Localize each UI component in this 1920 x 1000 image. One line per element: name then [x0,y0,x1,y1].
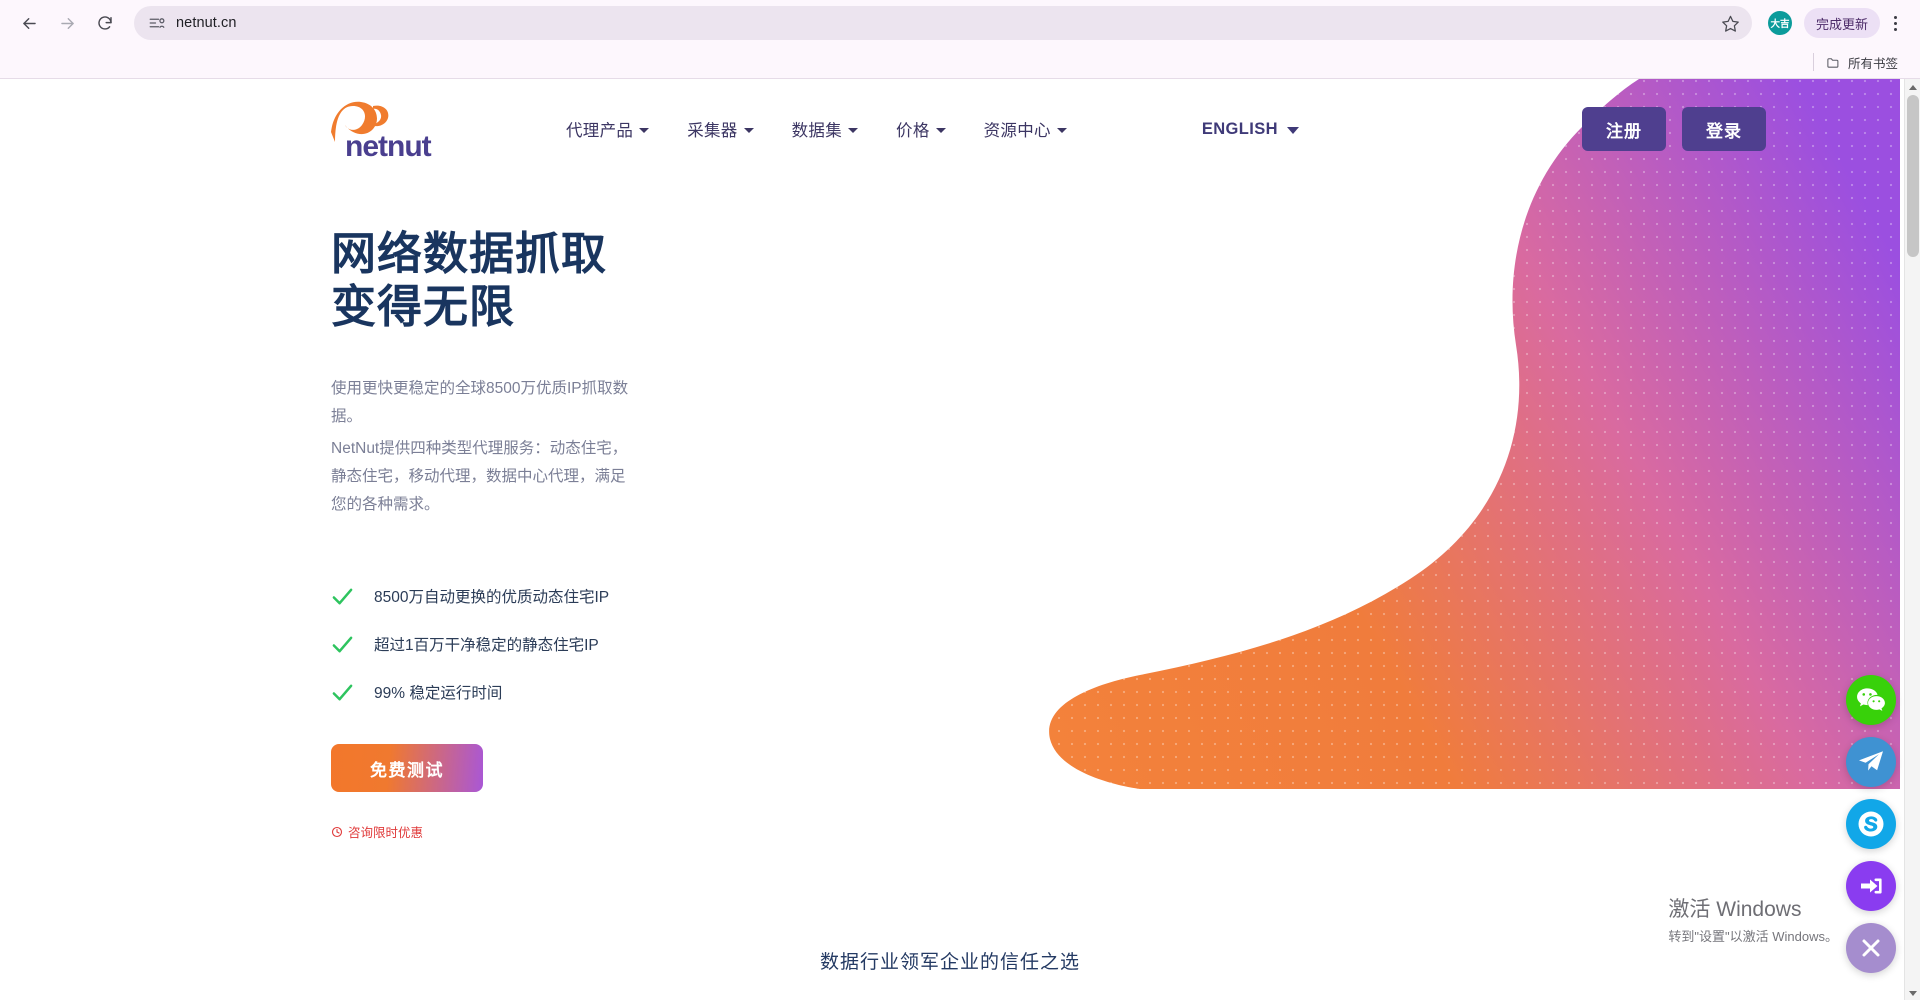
close-rail-button[interactable] [1846,923,1896,973]
bookmarks-separator [1812,53,1814,71]
chevron-down-icon [848,127,859,133]
check-icon [332,684,353,701]
promo-link[interactable]: 咨询限时优惠 [331,822,640,841]
clock-icon [331,826,343,837]
all-bookmarks-label: 所有书签 [1847,56,1898,71]
login-arrow-icon [1861,878,1882,894]
telegram-icon [1859,751,1883,771]
login-shortcut-button[interactable] [1846,861,1896,911]
site-header: netnut 代理产品 采集器 数据集 价格 资源中心 ENGLISH 注册 登… [0,79,1900,179]
feature-label: 超过1百万干净稳定的静态住宅IP [374,637,599,655]
address-bar[interactable]: netnut.cn [134,6,1752,40]
chevron-down-icon [639,127,650,133]
language-label: ENGLISH [1201,119,1278,138]
scrollbar-thumb[interactable] [1907,95,1919,257]
back-icon[interactable] [12,6,46,40]
chevron-down-icon [1056,127,1067,133]
register-button[interactable]: 注册 [1582,107,1666,151]
forward-icon[interactable] [50,6,84,40]
hero-subtitle-line-1: 使用更快更稳定的全球8500万优质IP抓取数据。 [331,380,629,425]
telegram-button[interactable] [1846,737,1896,787]
finish-update-button[interactable]: 完成更新 [1803,8,1880,38]
nav-item-proxy-products[interactable]: 代理产品 [547,109,668,149]
reload-icon[interactable] [88,6,122,40]
feature-label: 8500万自动更换的优质动态住宅IP [374,589,610,607]
feature-item: 99% 稳定运行时间 [331,668,640,716]
nav-item-pricing[interactable]: 价格 [877,109,965,149]
check-icon [332,588,353,605]
watermark-title: 激活 Windows [1668,897,1802,921]
watermark-subtitle: 转到"设置"以激活 Windows。 [1668,929,1838,944]
login-button[interactable]: 登录 [1682,107,1766,151]
nav-label: 数据集 [791,122,843,140]
windows-activation-watermark: 激活 Windows 转到"设置"以激活 Windows。 [1668,897,1838,945]
feature-label: 99% 稳定运行时间 [374,685,503,703]
wechat-button[interactable] [1846,675,1896,725]
nav-item-resources[interactable]: 资源中心 [965,109,1086,149]
main-navigation: 代理产品 采集器 数据集 价格 资源中心 ENGLISH [547,109,1299,149]
hero-feature-list: 8500万自动更换的优质动态住宅IP 超过1百万干净稳定的静态住宅IP 99% … [331,572,640,716]
browser-chrome: netnut.cn 大吉 完成更新 所有书签 [0,0,1920,79]
free-trial-button[interactable]: 免费测试 [331,744,483,793]
profile-avatar[interactable]: 大吉 [1767,11,1792,35]
bookmark-star-icon[interactable] [1721,14,1740,33]
scroll-up-arrow[interactable] [1905,79,1920,95]
nav-item-datasets[interactable]: 数据集 [773,109,877,149]
chevron-down-icon [1286,126,1299,134]
language-selector[interactable]: ENGLISH [1202,120,1299,139]
skype-icon [1858,811,1884,837]
folder-icon [1827,57,1839,68]
browser-menu-icon[interactable] [1882,8,1908,38]
nav-label: 资源中心 [983,122,1051,140]
nav-label: 代理产品 [566,122,634,140]
url-text[interactable]: netnut.cn [176,15,1711,31]
bookmarks-bar: 所有书签 [0,46,1920,78]
hero-background-blob [810,79,1900,789]
wechat-icon [1857,688,1885,711]
floating-social-rail [1846,675,1896,973]
feature-item: 8500万自动更换的优质动态住宅IP [331,572,640,620]
svg-text:netnut: netnut [345,130,432,160]
hero-subtitle: 使用更快更稳定的全球8500万优质IP抓取数据。 NetNut提供四种类型代理服… [331,375,640,518]
feature-item: 超过1百万干净稳定的静态住宅IP [331,620,640,668]
hero-subtitle-line-2: NetNut提供四种类型代理服务：动态住宅，静态住宅，移动代理，数据中心代理，满… [331,440,628,513]
hero-title: 网络数据抓取变得无限 [331,228,608,333]
page-viewport: netnut 代理产品 采集器 数据集 价格 资源中心 ENGLISH 注册 登… [0,79,1920,1000]
close-icon [1862,939,1880,957]
netnut-logo[interactable]: netnut [327,98,477,160]
header-actions: 注册 登录 [1582,107,1766,151]
hero-section: 网络数据抓取变得无限 使用更快更稳定的全球8500万优质IP抓取数据。 NetN… [0,179,640,841]
nav-label: 价格 [896,122,930,140]
chevron-down-icon [935,127,946,133]
all-bookmarks-button[interactable]: 所有书签 [1826,53,1898,72]
nav-label: 采集器 [687,122,738,140]
page-scrollbar[interactable] [1904,79,1920,1000]
check-icon [332,636,353,653]
trusted-heading: 数据行业领军企业的信任之选 [819,952,1080,974]
skype-button[interactable] [1846,799,1896,849]
trusted-by-section: 数据行业领军企业的信任之选 Lenovo 联想 JOOM [0,947,1900,1000]
promo-label: 咨询限时优惠 [348,826,424,841]
browser-toolbar: netnut.cn 大吉 完成更新 [0,0,1920,46]
netnut-landing-page: netnut 代理产品 采集器 数据集 价格 资源中心 ENGLISH 注册 登… [0,79,1900,1000]
nav-item-scraper[interactable]: 采集器 [668,109,772,149]
scroll-down-arrow[interactable] [1905,985,1920,1000]
site-settings-icon[interactable] [148,14,166,32]
chevron-down-icon [743,127,754,133]
